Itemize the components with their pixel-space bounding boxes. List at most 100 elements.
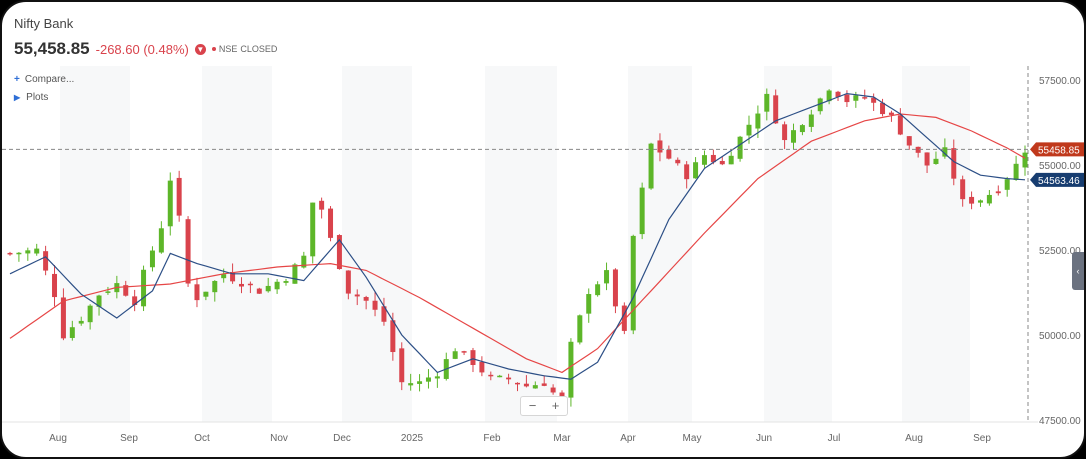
candle xyxy=(684,164,690,180)
candle xyxy=(906,136,912,146)
candle xyxy=(648,143,654,189)
candle xyxy=(283,281,289,283)
candle xyxy=(719,160,725,165)
candle xyxy=(87,305,93,323)
candle xyxy=(612,269,618,307)
candle xyxy=(977,200,983,203)
zoom-in-button[interactable]: + xyxy=(544,397,567,415)
x-tick-label: Sep xyxy=(120,433,138,444)
price-chart[interactable]: Aug Sep Oct Nov Dec 2025 Feb Mar Apr May Jun Jul Aug… xyxy=(2,2,1084,457)
candle xyxy=(16,252,22,255)
candle xyxy=(167,180,173,227)
grid-band xyxy=(60,66,130,422)
candle xyxy=(577,315,583,343)
candle xyxy=(791,130,797,143)
candle xyxy=(568,341,574,398)
grid-band xyxy=(902,66,970,422)
candle xyxy=(595,284,601,296)
compare-button[interactable]: + Compare... xyxy=(14,74,74,85)
candle xyxy=(425,377,431,382)
x-tick-label: Feb xyxy=(483,433,501,444)
candle xyxy=(452,351,458,359)
zoom-out-button[interactable]: − xyxy=(521,397,544,415)
candle xyxy=(354,294,360,297)
x-tick-label: Aug xyxy=(905,433,923,444)
candle xyxy=(693,162,699,179)
triangle-right-icon: ▶ xyxy=(14,93,21,102)
candle xyxy=(639,187,645,235)
x-tick-label: Jun xyxy=(756,433,772,444)
candle xyxy=(782,124,788,141)
candle xyxy=(212,280,218,293)
candle xyxy=(799,125,805,133)
candle xyxy=(149,250,155,268)
candle xyxy=(176,177,182,216)
candle xyxy=(986,194,992,204)
ma-value-tag: 54563.46 xyxy=(1038,176,1080,187)
candle xyxy=(292,264,298,284)
chevron-left-icon[interactable]: ‹ xyxy=(1072,252,1084,290)
candle xyxy=(363,297,369,301)
candle xyxy=(657,140,663,153)
x-tick-label: Aug xyxy=(49,433,67,444)
compare-label: Compare... xyxy=(24,74,75,85)
y-tick-label: 57500.00 xyxy=(1039,76,1081,87)
candle xyxy=(194,284,200,301)
candle xyxy=(506,377,512,380)
candle xyxy=(247,283,253,286)
x-tick-label: Oct xyxy=(194,433,210,444)
plus-icon: + xyxy=(14,74,20,85)
candle xyxy=(7,252,13,255)
candle xyxy=(888,112,894,115)
candle xyxy=(1004,179,1010,190)
x-tick-label: Dec xyxy=(333,433,351,444)
x-tick-label: May xyxy=(683,433,702,444)
candle xyxy=(844,94,850,103)
plots-label: Plots xyxy=(26,92,49,103)
candle xyxy=(773,95,779,124)
candle xyxy=(960,179,966,200)
x-tick-label: Mar xyxy=(553,433,571,444)
candle xyxy=(969,196,975,204)
candle xyxy=(238,283,244,287)
candle xyxy=(523,383,529,387)
candle xyxy=(69,327,75,338)
candle xyxy=(541,383,547,386)
candle xyxy=(274,281,280,290)
candle xyxy=(221,274,227,279)
candle xyxy=(933,158,939,165)
candle xyxy=(532,385,538,389)
candle xyxy=(479,361,485,373)
candle xyxy=(550,387,556,393)
candle xyxy=(60,297,66,339)
candle xyxy=(105,291,111,293)
y-tick-label: 50000.00 xyxy=(1039,331,1081,342)
candle xyxy=(203,291,209,297)
candle xyxy=(755,113,761,129)
candle xyxy=(43,251,49,271)
candle xyxy=(78,320,84,324)
candle xyxy=(897,115,903,135)
candle xyxy=(995,191,1001,194)
candle xyxy=(515,382,520,385)
last-price-tag: 55458.85 xyxy=(1038,145,1080,156)
x-tick-label: Sep xyxy=(973,433,991,444)
chart-widget: { "header": { "title": "Nifty Bank", "pr… xyxy=(0,0,1086,459)
grid-band xyxy=(202,66,272,422)
candle xyxy=(701,155,707,165)
candle xyxy=(265,285,271,292)
candle xyxy=(951,148,957,179)
y-tick-label: 47500.00 xyxy=(1039,416,1081,427)
candle xyxy=(390,320,396,353)
candle xyxy=(737,136,743,159)
zoom-control: − + xyxy=(520,396,568,416)
candle xyxy=(604,270,610,284)
candle xyxy=(1022,152,1028,168)
plots-button[interactable]: ▶ Plots xyxy=(14,92,48,103)
candle xyxy=(399,348,405,383)
candle xyxy=(746,124,752,136)
candle xyxy=(328,208,334,238)
x-tick-label: Nov xyxy=(270,433,288,444)
candle xyxy=(256,288,262,294)
candle xyxy=(185,219,191,284)
